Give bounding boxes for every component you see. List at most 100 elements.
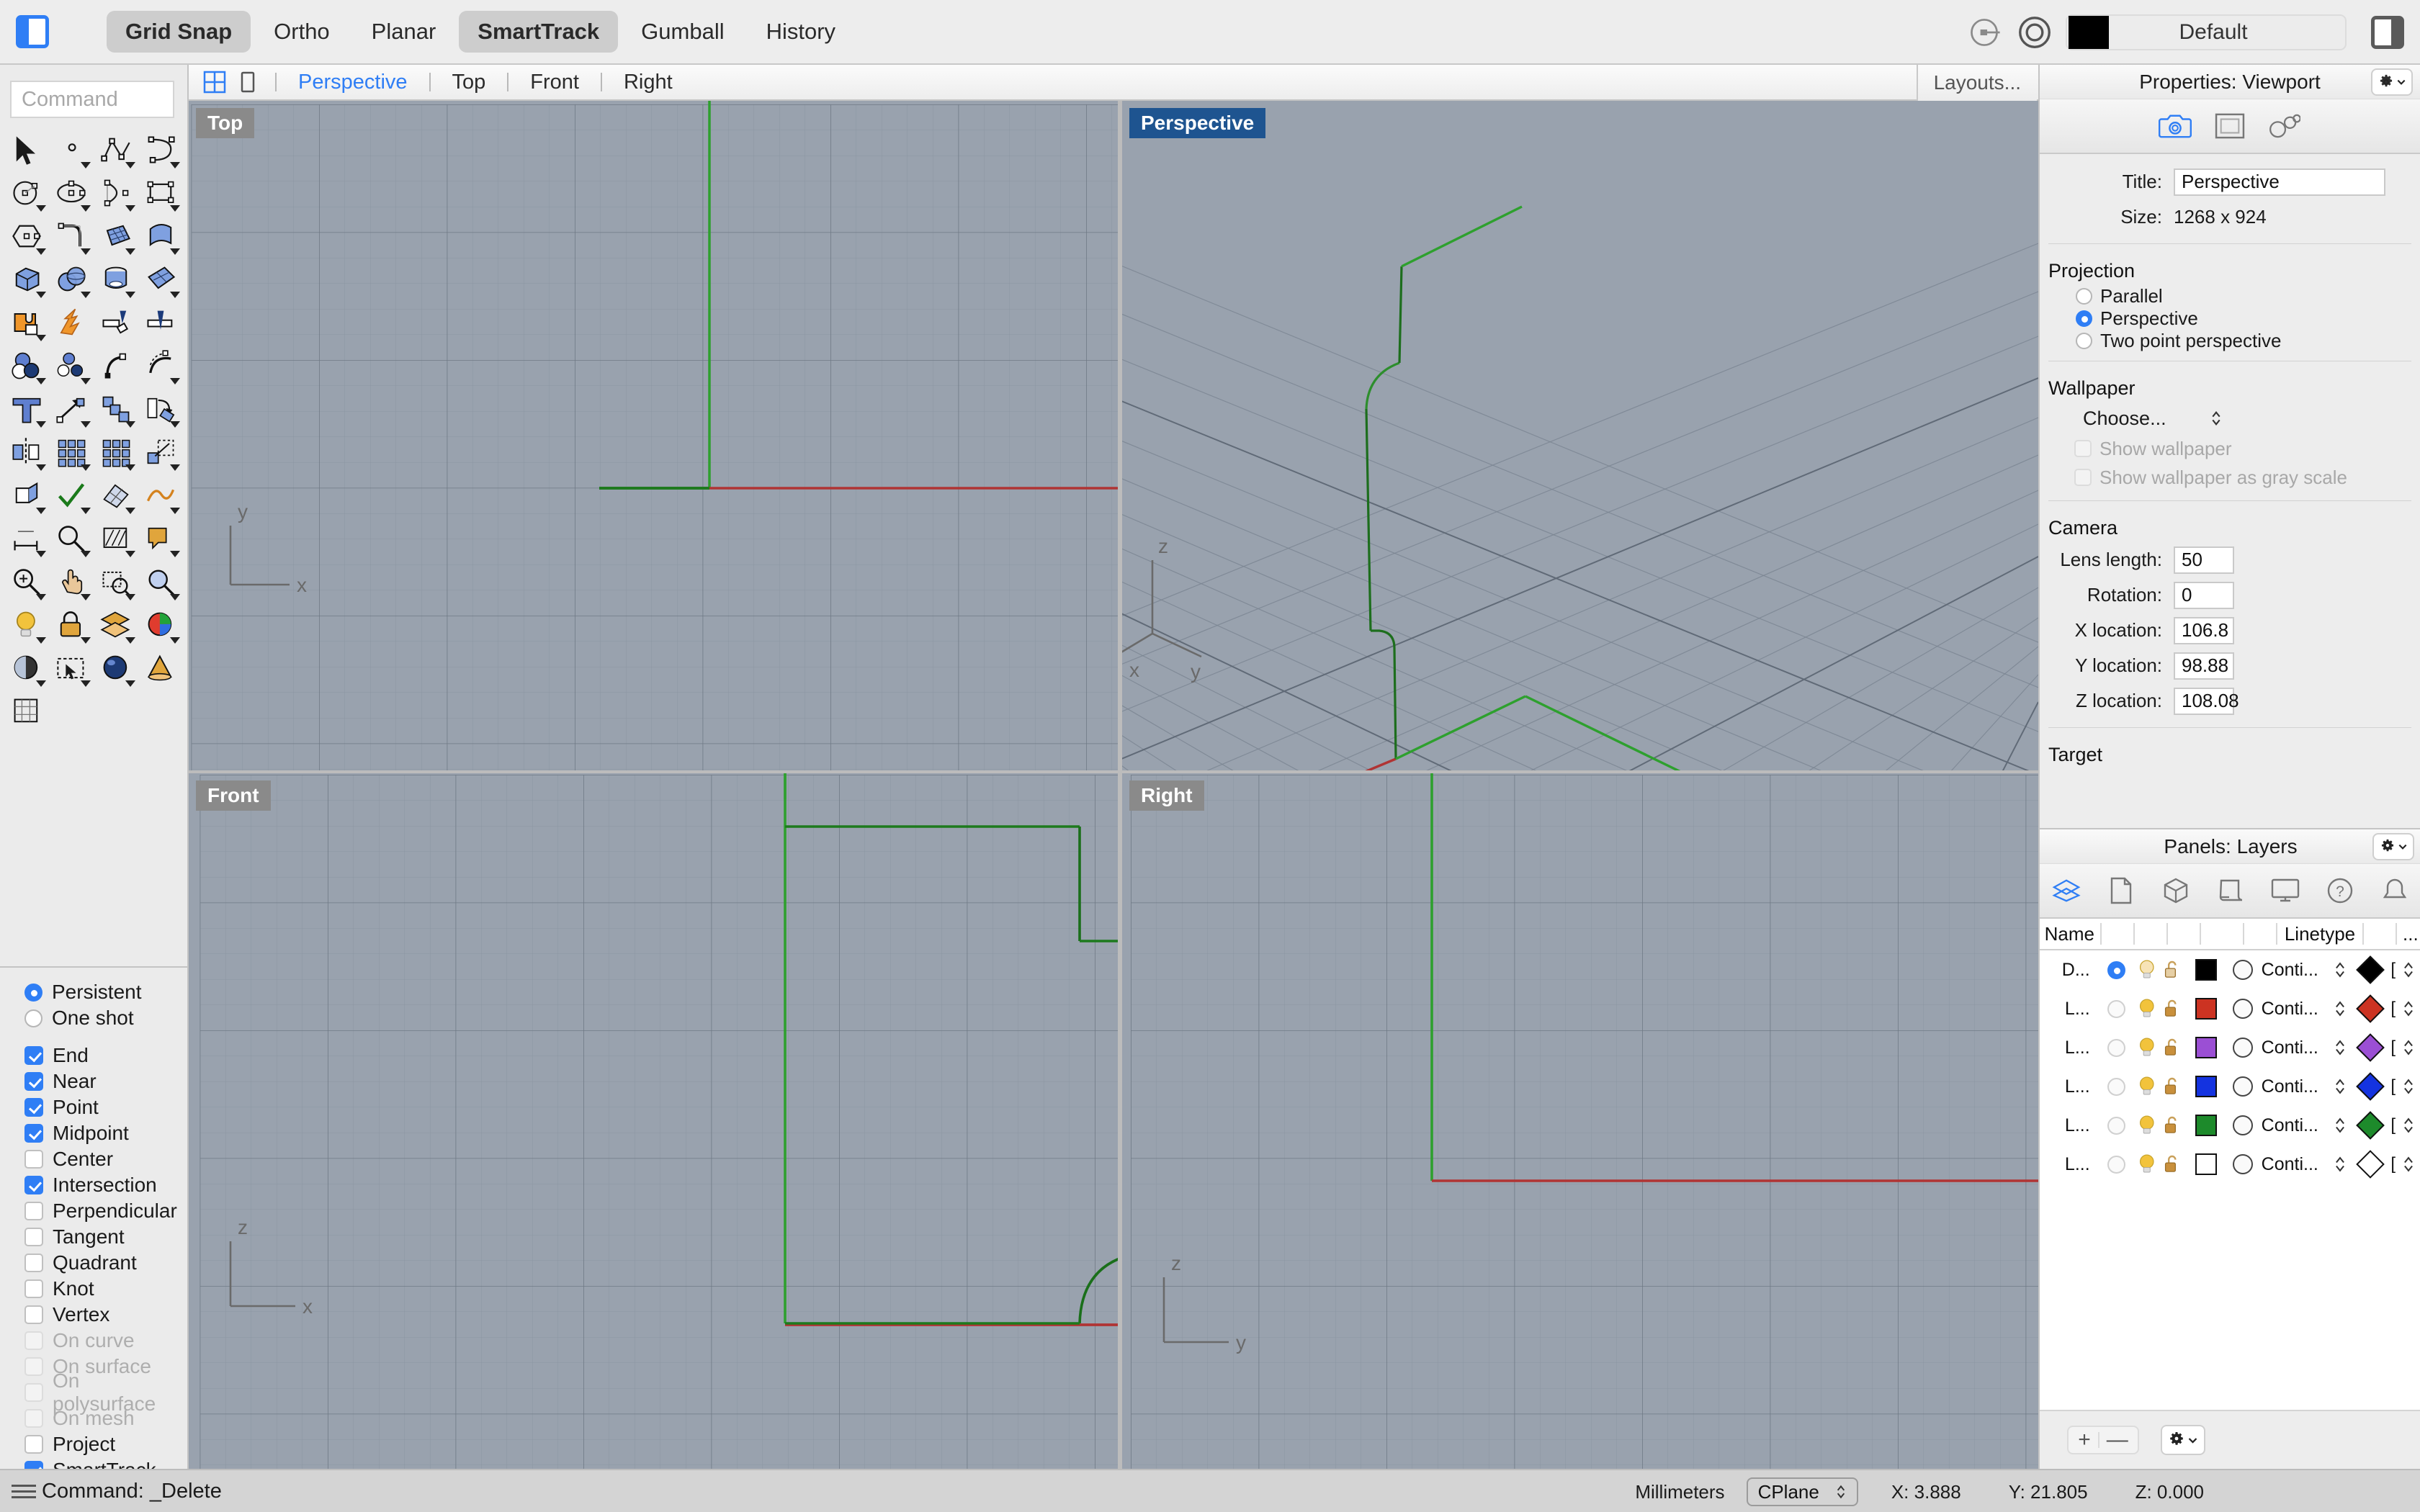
rotate-icon[interactable] (138, 387, 183, 431)
stepper-chevrons-icon[interactable] (2334, 1154, 2346, 1174)
pan-tool-icon[interactable] (49, 560, 94, 603)
split-icon[interactable] (138, 301, 183, 344)
tool-flyout-arrow-icon[interactable] (36, 508, 46, 514)
tool-flyout-arrow-icon[interactable] (170, 421, 180, 428)
tool-flyout-arrow-icon[interactable] (36, 637, 46, 644)
layer-print-width[interactable]: [ (2390, 1154, 2396, 1174)
tool-flyout-arrow-icon[interactable] (81, 248, 91, 255)
viewport-front[interactable]: z x Front (189, 773, 1118, 1469)
table-row[interactable]: L... Conti... [ (2040, 1067, 2420, 1106)
layouts-button[interactable]: Layouts... (1916, 65, 2037, 101)
unlocked-padlock-icon[interactable] (2162, 958, 2182, 982)
toggle-history[interactable]: History (748, 11, 854, 53)
osnap-vertex[interactable]: Vertex (24, 1302, 187, 1328)
layer-color-swatch[interactable] (2195, 1153, 2217, 1175)
surface-from-curves-icon[interactable] (94, 215, 138, 258)
tool-flyout-arrow-icon[interactable] (81, 464, 91, 471)
toggle-planar[interactable]: Planar (353, 11, 455, 53)
tool-flyout-arrow-icon[interactable] (125, 248, 135, 255)
osnap-tangent[interactable]: Tangent (24, 1224, 187, 1250)
wallpaper-choose-dropdown[interactable]: Choose... (2083, 402, 2420, 434)
layer-linetype[interactable]: Conti... (2262, 1038, 2328, 1058)
tool-flyout-arrow-icon[interactable] (81, 205, 91, 212)
tool-flyout-arrow-icon[interactable] (170, 205, 180, 212)
stepper-chevrons-icon[interactable] (2334, 1076, 2346, 1097)
loft-surface-icon[interactable] (138, 215, 183, 258)
lightbulb-icon[interactable] (2137, 1152, 2157, 1176)
stepper-chevrons-icon[interactable] (2334, 960, 2346, 980)
table-row[interactable]: L... Conti... [ (2040, 1106, 2420, 1145)
layer-linetype[interactable]: Conti... (2262, 1115, 2328, 1136)
tool-flyout-arrow-icon[interactable] (81, 292, 91, 298)
layer-current-radio[interactable] (2107, 1077, 2125, 1096)
stepper-chevrons-icon[interactable] (2403, 1076, 2414, 1097)
cylinder-icon[interactable] (94, 258, 138, 301)
tool-flyout-arrow-icon[interactable] (170, 637, 180, 644)
zoom-selected-icon[interactable] (138, 560, 183, 603)
osnap-midpoint[interactable]: Midpoint (24, 1120, 187, 1146)
tool-flyout-arrow-icon[interactable] (36, 248, 46, 255)
toggle-gumball[interactable]: Gumball (622, 11, 743, 53)
viewport-label-top[interactable]: Top (196, 108, 255, 138)
tool-flyout-arrow-icon[interactable] (170, 248, 180, 255)
layer-material-icon[interactable] (2232, 960, 2253, 980)
zoom-tool-icon[interactable] (4, 560, 49, 603)
tool-flyout-arrow-icon[interactable] (170, 292, 180, 298)
circle-icon[interactable] (4, 171, 49, 215)
notes-icon[interactable] (2214, 874, 2247, 907)
tool-flyout-arrow-icon[interactable] (125, 292, 135, 298)
viewport-label-perspective[interactable]: Perspective (1129, 108, 1266, 138)
extrude-icon[interactable] (4, 474, 49, 517)
left-sidebar-toggle-button[interactable] (16, 15, 49, 48)
fillet-curve-icon[interactable] (49, 215, 94, 258)
lightbulb-icon[interactable] (2137, 1113, 2157, 1138)
tool-flyout-arrow-icon[interactable] (36, 421, 46, 428)
layer-current-radio[interactable] (2107, 1038, 2125, 1057)
tool-flyout-arrow-icon[interactable] (81, 421, 91, 428)
rectangle-icon[interactable] (138, 171, 183, 215)
render-sphere-icon[interactable] (94, 647, 138, 690)
layer-linetype[interactable]: Conti... (2262, 1154, 2328, 1175)
array-icon[interactable] (49, 431, 94, 474)
stepper-chevrons-icon[interactable] (2403, 960, 2414, 980)
layer-print-color-swatch[interactable] (2356, 1033, 2385, 1062)
lightbulb-icon[interactable] (2137, 1035, 2157, 1060)
osnap-center[interactable]: Center (24, 1146, 187, 1172)
layer-material-icon[interactable] (2232, 999, 2253, 1019)
units-label[interactable]: Millimeters (1635, 1481, 1724, 1503)
tool-flyout-arrow-icon[interactable] (81, 551, 91, 557)
layer-color-swatch[interactable] (2195, 1037, 2217, 1058)
layers-gear-menu-button[interactable] (2372, 833, 2414, 860)
lock-object-icon[interactable] (49, 603, 94, 647)
layer-print-width[interactable]: [ (2390, 1076, 2396, 1097)
ellipse-icon[interactable] (49, 171, 94, 215)
lightbulb-icon[interactable] (2137, 996, 2157, 1021)
text-tool-icon[interactable] (4, 387, 49, 431)
select-arrow-icon[interactable] (4, 128, 49, 171)
hatch-icon[interactable] (94, 517, 138, 560)
projection-option-two-point-perspective[interactable]: Two point perspective (2040, 330, 2420, 352)
sphere-icon[interactable] (49, 258, 94, 301)
layer-tool-icon[interactable] (94, 603, 138, 647)
tool-flyout-arrow-icon[interactable] (125, 594, 135, 600)
stepper-chevrons-icon[interactable] (2403, 999, 2414, 1019)
unlocked-padlock-icon[interactable] (2162, 1035, 2182, 1060)
layer-print-color-swatch[interactable] (2356, 994, 2385, 1023)
tool-flyout-arrow-icon[interactable] (170, 464, 180, 471)
display-mode-dropdown[interactable]: Default (2066, 14, 2347, 50)
dimension-icon[interactable] (4, 517, 49, 560)
smooth-icon[interactable] (138, 474, 183, 517)
boolean-union-icon[interactable] (4, 301, 49, 344)
lightbulb-icon[interactable] (2137, 958, 2157, 982)
cone-tool-icon[interactable] (138, 647, 183, 690)
stepper-chevrons-icon[interactable] (2334, 1038, 2346, 1058)
tool-flyout-arrow-icon[interactable] (81, 680, 91, 687)
tool-flyout-arrow-icon[interactable] (81, 508, 91, 514)
layer-print-width[interactable]: [ (2390, 1115, 2396, 1135)
zoom-window-icon[interactable] (94, 560, 138, 603)
layer-linetype[interactable]: Conti... (2262, 960, 2328, 981)
boolean-intersection-icon[interactable] (49, 344, 94, 387)
viewport-title-input[interactable]: Perspective (2174, 168, 2385, 196)
check-object-icon[interactable] (49, 474, 94, 517)
rotation-input[interactable]: 0 (2174, 581, 2234, 609)
